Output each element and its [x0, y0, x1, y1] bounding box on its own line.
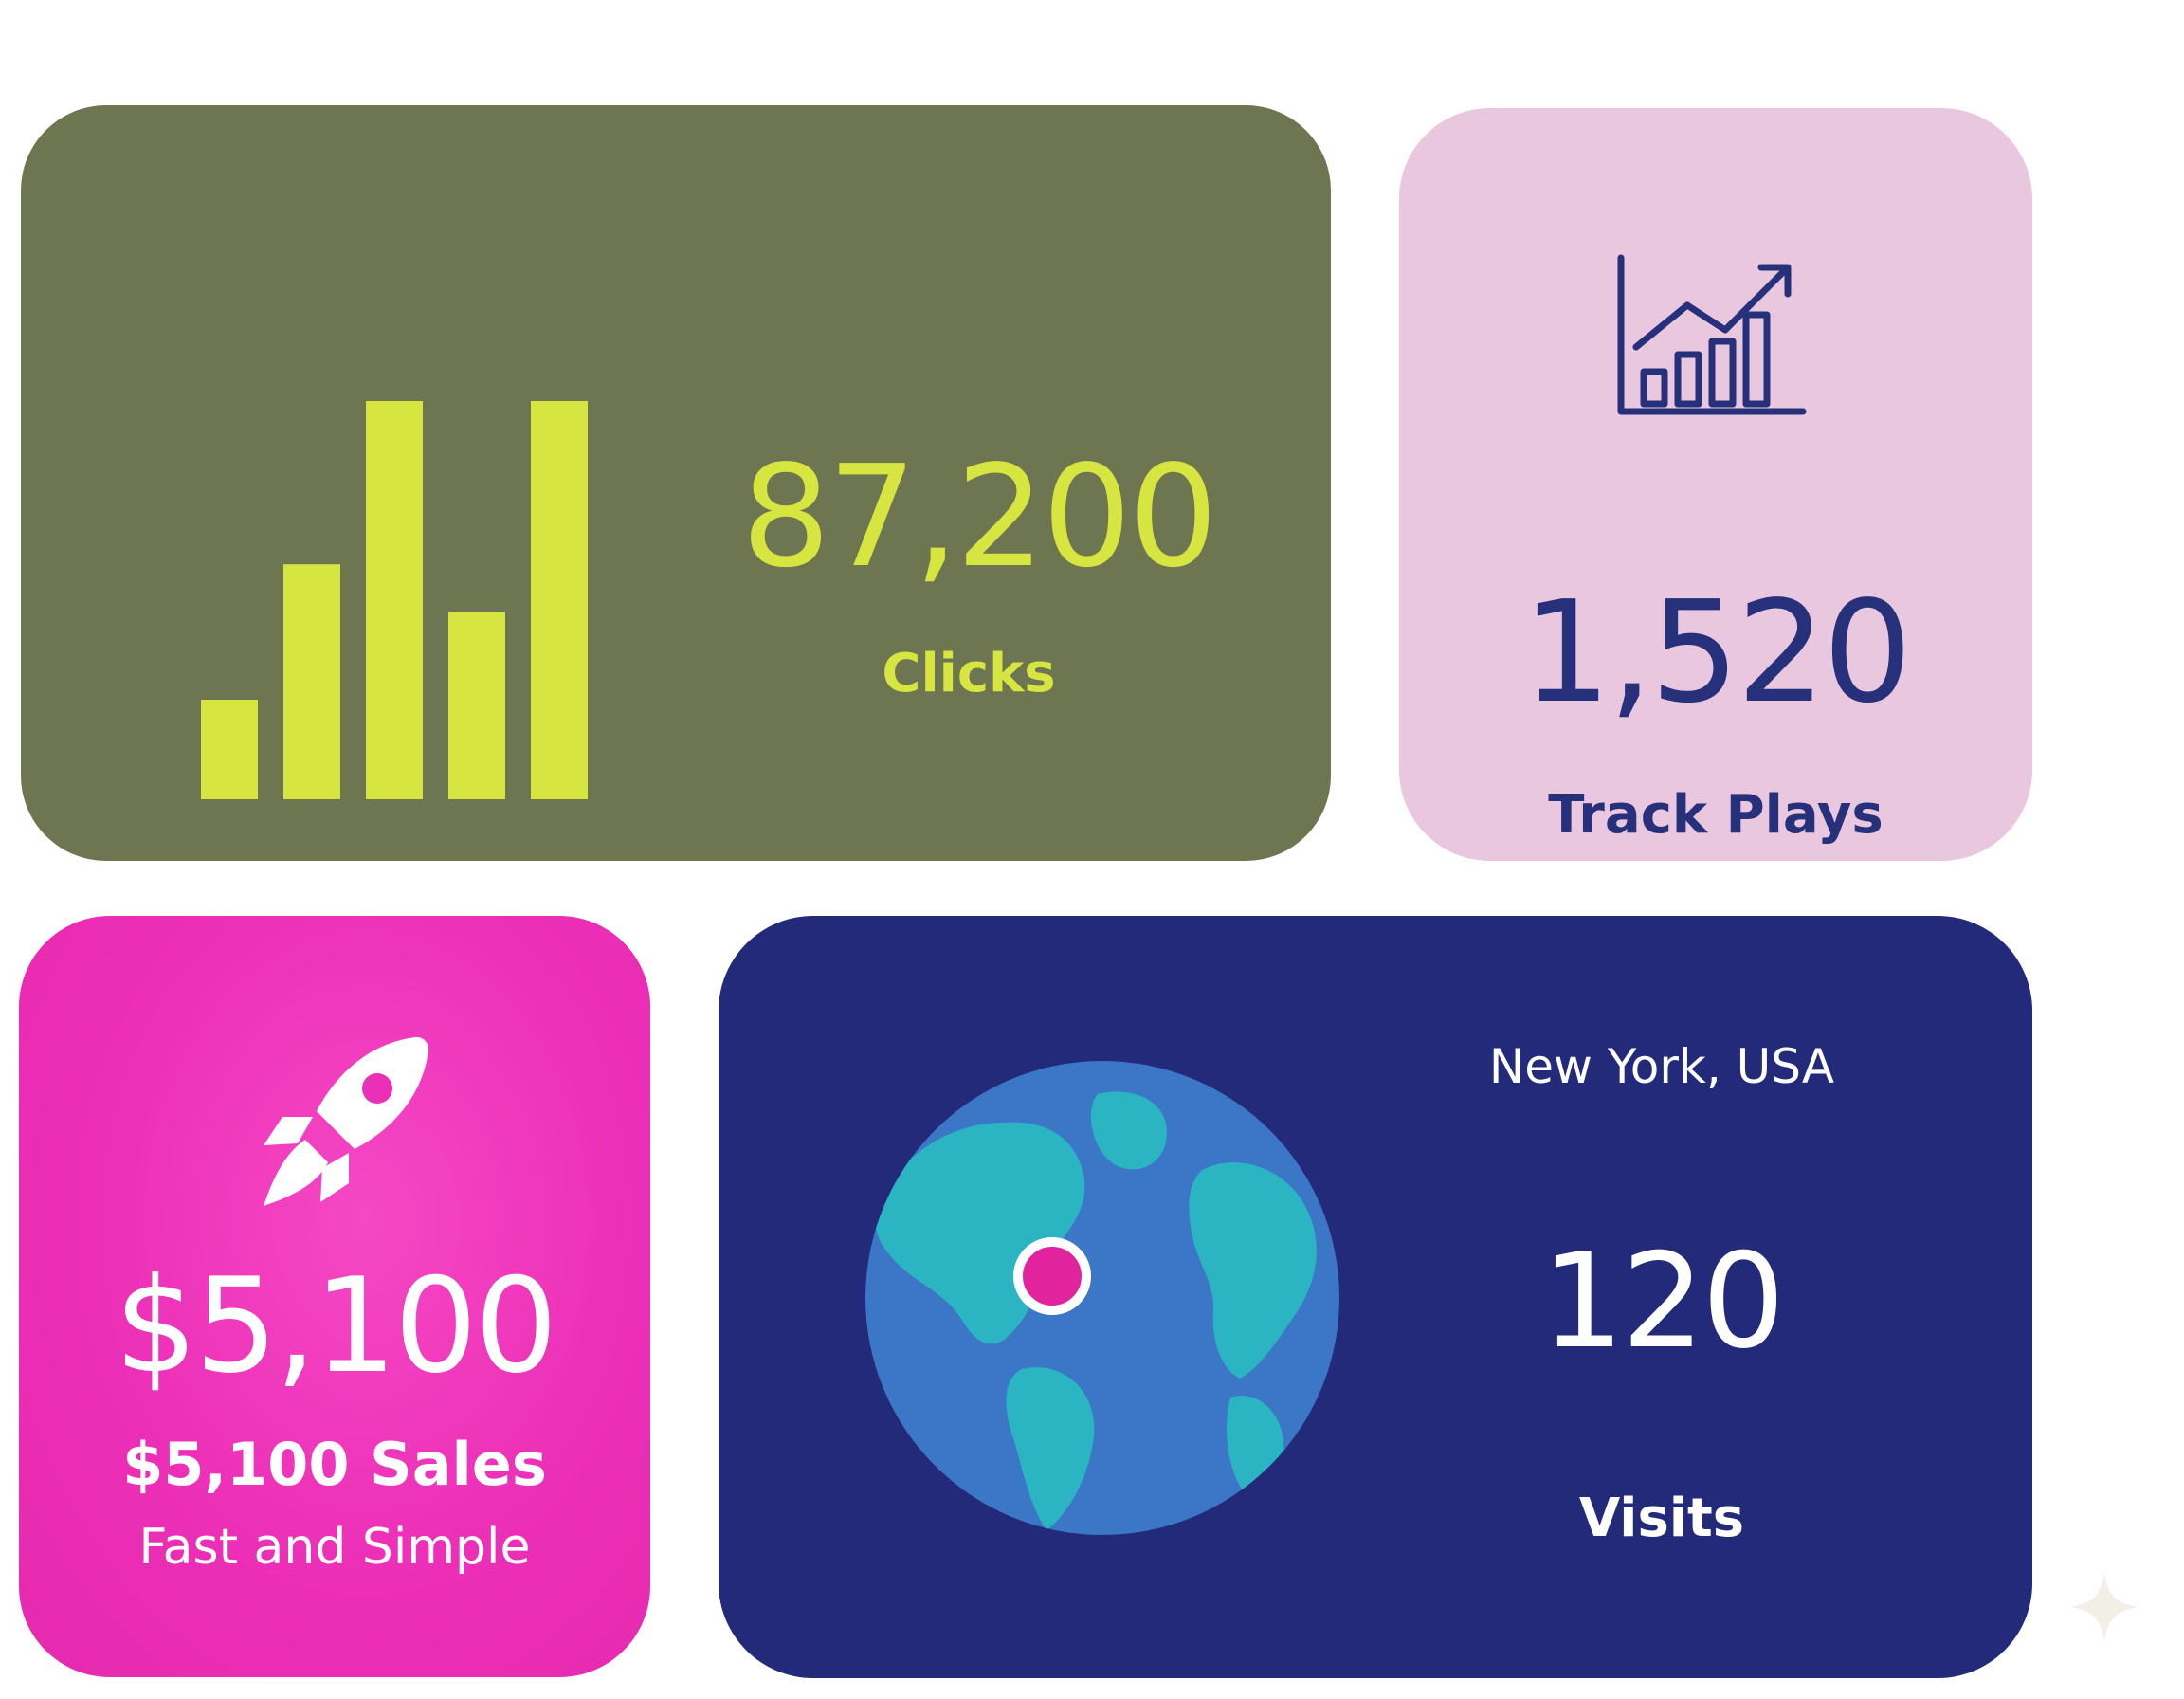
track-plays-label: Track Plays — [1548, 784, 1884, 846]
globe-icon — [865, 1061, 1339, 1535]
bar-5 — [531, 401, 588, 799]
bar-chart-icon — [201, 401, 588, 799]
track-plays-value: 1,520 — [1521, 571, 1913, 734]
dashboard: 87,200 Clicks 1,520 Track Plays $5,100 $… — [0, 0, 2184, 1699]
sales-value: $5,100 — [114, 1250, 558, 1402]
trending-chart-icon — [1617, 254, 1807, 415]
sales-card[interactable]: $5,100 $5,100 Sales Fast and Simple — [19, 916, 650, 1677]
sparkle-icon — [2070, 1573, 2138, 1641]
track-plays-card[interactable]: 1,520 Track Plays — [1399, 108, 2032, 861]
rocket-icon — [264, 1036, 429, 1206]
sales-subtitle: Fast and Simple — [138, 1519, 531, 1576]
visits-card[interactable]: New York, USA 120 Visits — [719, 916, 2032, 1678]
bar-4 — [448, 612, 505, 799]
sales-title: $5,100 Sales — [122, 1430, 547, 1499]
bar-1 — [201, 700, 258, 799]
bar-2 — [283, 564, 340, 799]
clicks-card[interactable]: 87,200 Clicks — [21, 105, 1331, 861]
clicks-label: Clicks — [882, 643, 1056, 704]
visits-label: Visits — [1578, 1488, 1745, 1549]
clicks-value: 87,200 — [741, 435, 1218, 598]
visits-location: New York, USA — [1488, 1039, 1835, 1094]
visits-value: 120 — [1540, 1225, 1785, 1378]
bar-3 — [366, 401, 423, 799]
